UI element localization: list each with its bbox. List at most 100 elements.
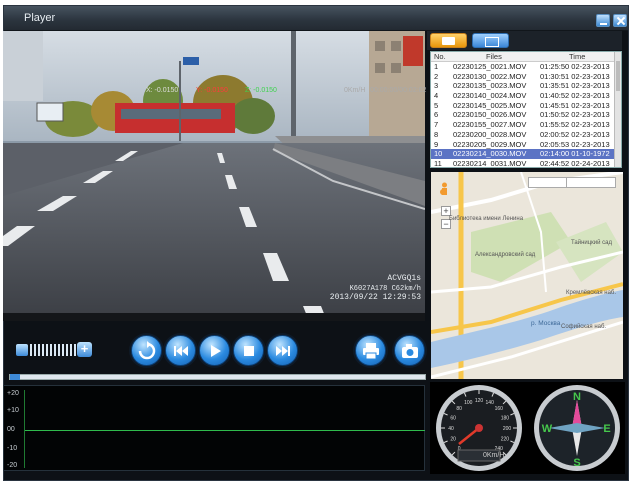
row-filename: 02230214_0031.MOV bbox=[453, 158, 527, 168]
minimize-button[interactable] bbox=[596, 14, 610, 27]
speed-tick-label: 160 bbox=[495, 406, 504, 412]
header-time: Time bbox=[569, 52, 586, 61]
window-title: Player bbox=[24, 12, 56, 24]
speed-readout: 0Km/H bbox=[344, 87, 366, 94]
speed-tick-label: 180 bbox=[501, 415, 510, 421]
file-row[interactable]: 3 02230135_0023.MOV 01:35:51 02-23-2013 bbox=[431, 81, 621, 91]
row-time: 01:25:50 02-23-2013 bbox=[540, 62, 610, 71]
file-row[interactable]: 5 02230145_0025.MOV 01:45:51 02-23-2013 bbox=[431, 101, 621, 111]
row-filename: 02230205_0029.MOV bbox=[453, 139, 527, 149]
speed-tick-label: 220 bbox=[501, 437, 510, 443]
close-button[interactable] bbox=[613, 14, 627, 27]
map-label-tainitsky: Тайницкий сад bbox=[571, 240, 613, 246]
panel-tabs bbox=[427, 31, 622, 50]
row-time: 01:35:51 02-23-2013 bbox=[540, 81, 610, 91]
row-no: 5 bbox=[434, 100, 439, 110]
file-row[interactable]: 8 02230200_0028.MOV 02:00:52 02-23-2013 bbox=[431, 130, 621, 140]
row-filename: 02230200_0028.MOV bbox=[453, 129, 527, 139]
row-filename: 02230130_0022.MOV bbox=[453, 71, 527, 81]
refresh-button[interactable] bbox=[131, 335, 162, 366]
file-row[interactable]: 9 02230205_0029.MOV 02:05:53 02-23-2013 bbox=[431, 140, 621, 150]
y-tick-label: +20 bbox=[7, 390, 19, 397]
row-filename: 02230135_0023.MOV bbox=[453, 81, 527, 91]
row-no: 7 bbox=[434, 120, 439, 130]
gauges-svg: 020406080100 120 140160180200220240 N E S … bbox=[436, 385, 620, 471]
volume-up-button[interactable]: + bbox=[77, 342, 92, 357]
row-time: 02:00:52 02-23-2013 bbox=[540, 129, 610, 139]
play-button[interactable] bbox=[199, 335, 230, 366]
overlay-timestamp: 2013/09/22 12:29:53 bbox=[329, 293, 421, 302]
speed-tick-label: 40 bbox=[448, 426, 454, 432]
tab-file-list[interactable] bbox=[430, 33, 467, 48]
file-row[interactable]: 11 02230214_0031.MOV 02:44:52 02-24-2013 bbox=[431, 158, 621, 168]
map-label-garden: Александровский сад bbox=[475, 252, 536, 258]
file-row[interactable]: 6 02230150_0026.MOV 01:50:52 02-23-2013 bbox=[431, 110, 621, 120]
speedometer-hub bbox=[475, 424, 483, 432]
street-view-icon[interactable] bbox=[440, 182, 449, 196]
row-time: 02:14:00 01-10-1972 bbox=[540, 149, 610, 159]
file-row[interactable]: 4 02230140_0024.MOV 01:40:52 02-23-2013 bbox=[431, 91, 621, 101]
previous-icon bbox=[174, 346, 188, 356]
map-search-box[interactable] bbox=[528, 177, 616, 188]
previous-button[interactable] bbox=[165, 335, 196, 366]
time-readout: 00:00:00/00:02:02 bbox=[370, 87, 427, 94]
gauges-panel: 0 20 40 60 80 100 120 140 160 180 200 220 240 N E S … bbox=[430, 382, 625, 474]
speed-unit-label: 0Km/H bbox=[483, 452, 505, 459]
row-no: 1 bbox=[434, 62, 439, 71]
gsensor-graph: +20 +10 00 -10 -20 bbox=[3, 385, 425, 471]
speed-tick-label: 60 bbox=[450, 415, 456, 421]
video-view[interactable]: ACVGQ1s K6027A178 C62km/h 2013/09/22 12:… bbox=[3, 31, 425, 321]
compass-w: W bbox=[542, 423, 553, 435]
file-row[interactable]: 10 02230214_0030.MOV 02:14:00 01-10-1972 bbox=[431, 149, 621, 159]
row-time: 02:44:52 02-24-2013 bbox=[540, 158, 610, 168]
row-no: 3 bbox=[434, 81, 439, 91]
row-filename: 02230214_0030.MOV bbox=[453, 149, 527, 159]
title-bar[interactable]: Player bbox=[4, 6, 628, 31]
map-label-kremlin-emb: Кремлёвская наб. bbox=[566, 290, 617, 296]
volume-slider[interactable] bbox=[30, 344, 76, 356]
progress-handle[interactable] bbox=[10, 374, 20, 380]
row-filename: 02230150_0026.MOV bbox=[453, 110, 527, 120]
speed-tick-label: 120 bbox=[475, 398, 484, 404]
header-no: No. bbox=[434, 52, 446, 61]
file-list-header: No. Files Time bbox=[431, 52, 621, 62]
row-filename: 02230155_0027.MOV bbox=[453, 120, 527, 130]
file-list-scrollbar[interactable] bbox=[614, 52, 621, 167]
row-no: 8 bbox=[434, 129, 439, 139]
y-tick-label: 00 bbox=[7, 426, 15, 433]
row-no: 6 bbox=[434, 110, 439, 120]
row-no: 11 bbox=[434, 158, 442, 168]
row-no: 9 bbox=[434, 139, 439, 149]
y-tick-label: -20 bbox=[7, 462, 18, 469]
file-row[interactable]: 7 02230155_0027.MOV 01:55:52 02-23-2013 bbox=[431, 120, 621, 130]
overlay-speed: K6027A178 C62km/h bbox=[349, 285, 421, 293]
snapshot-button[interactable] bbox=[394, 335, 425, 366]
row-filename: 02230125_0021.MOV bbox=[453, 62, 527, 71]
playback-progress-bar[interactable] bbox=[9, 374, 426, 380]
graph-y-axis bbox=[24, 390, 25, 468]
zoom-in-button[interactable]: + bbox=[441, 206, 451, 216]
volume-icon[interactable] bbox=[16, 344, 28, 356]
row-filename: 02230145_0025.MOV bbox=[453, 100, 527, 110]
y-tick-label: -10 bbox=[7, 445, 18, 452]
print-button[interactable] bbox=[355, 335, 386, 366]
x-value: X: -0.0150 bbox=[146, 87, 179, 94]
stop-icon bbox=[244, 346, 254, 356]
compass-e: E bbox=[603, 423, 610, 435]
row-time: 01:30:51 02-23-2013 bbox=[540, 71, 610, 81]
row-time: 01:45:51 02-23-2013 bbox=[540, 100, 610, 110]
map-label-library: Библиотека имени Ленина bbox=[449, 216, 524, 222]
refresh-icon bbox=[138, 341, 156, 360]
map-view[interactable]: + − Библиотека имени Ленина Александровс… bbox=[431, 172, 623, 379]
playback-controls: + bbox=[3, 329, 425, 371]
stop-button[interactable] bbox=[233, 335, 264, 366]
file-row[interactable]: 1 02230125_0021.MOV 01:25:50 02-23-2013 bbox=[431, 62, 621, 72]
row-time: 02:05:53 02-23-2013 bbox=[540, 139, 610, 149]
camera-icon bbox=[402, 344, 418, 358]
tab-settings[interactable] bbox=[472, 33, 509, 48]
file-row[interactable]: 2 02230130_0022.MOV 01:30:51 02-23-2013 bbox=[431, 72, 621, 82]
row-time: 01:55:52 02-23-2013 bbox=[540, 120, 610, 130]
graph-zero-line bbox=[25, 430, 425, 431]
next-button[interactable] bbox=[267, 335, 298, 366]
file-list[interactable]: No. Files Time 1 02230125_0021.MOV 01:25:5… bbox=[430, 51, 622, 168]
